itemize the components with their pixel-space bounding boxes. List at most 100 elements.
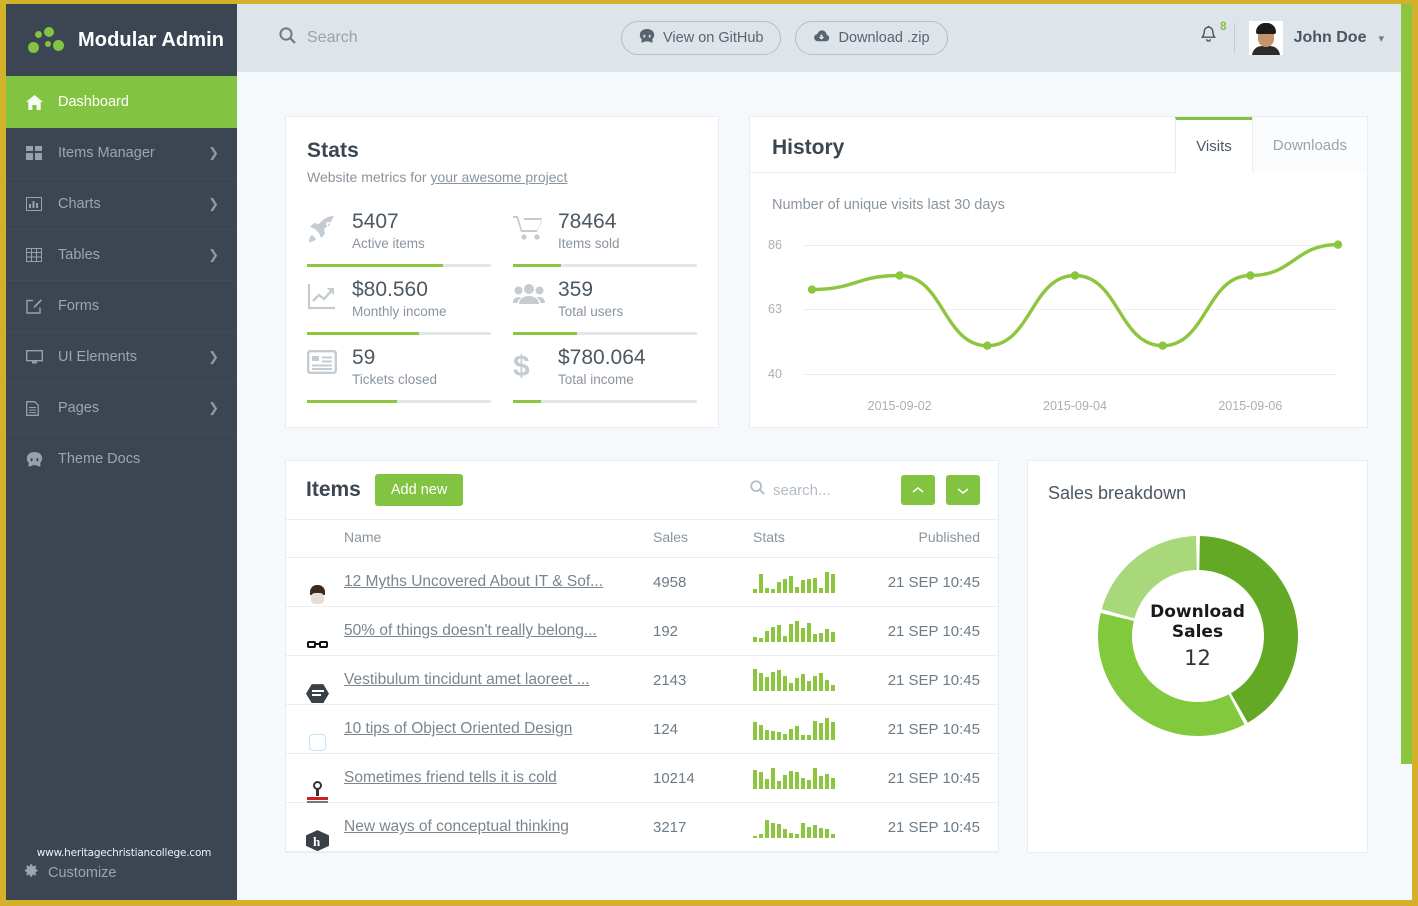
notifications-button[interactable]: 8 — [1199, 21, 1232, 51]
x-axis-tick: 2015-09-04 — [1043, 399, 1107, 413]
item-link[interactable]: 50% of things doesn't really belong... — [344, 622, 597, 639]
user-name-label: John Doe — [1293, 29, 1367, 46]
sidebar-item-forms[interactable]: Forms — [6, 281, 237, 332]
sidebar-item-charts[interactable]: Charts ❯ — [6, 179, 237, 230]
row-stats-cell — [753, 802, 873, 853]
sparkline-chart — [753, 718, 873, 741]
download-button-label: Download .zip — [838, 30, 930, 46]
sidebar-item-label: Items Manager — [58, 144, 155, 161]
item-link[interactable]: 12 Myths Uncovered About IT & Sof... — [344, 573, 603, 590]
col-stats[interactable]: Stats — [753, 519, 873, 559]
topbar-right: 8 John Doe ▾ — [1199, 4, 1384, 72]
table-row[interactable]: 50% of things doesn't really belong... 19… — [286, 606, 998, 657]
stat-label: Active items — [352, 236, 425, 252]
chevron-down-icon[interactable]: ▾ — [1378, 32, 1384, 45]
row-two: Items Add new search... Name Sales Stats… — [285, 428, 1368, 854]
avatar[interactable] — [1248, 21, 1283, 55]
table-row[interactable]: Vestibulum tincidunt amet laoreet ... 214… — [286, 655, 998, 706]
table-search-input[interactable] — [773, 481, 883, 499]
awesome-project-link[interactable]: your awesome project — [430, 169, 567, 185]
items-table-body: 12 Myths Uncovered About IT & Sof... 4958… — [286, 557, 998, 853]
items-card: Items Add new search... Name Sales Stats… — [285, 460, 999, 854]
table-row[interactable]: 10 tips of Object Oriented Design 124 21 S… — [286, 704, 998, 755]
table-row[interactable]: Sometimes friend tells it is cold 10214 21… — [286, 753, 998, 804]
modular-admin-logo-icon — [28, 25, 64, 55]
donut-value: 12 — [1184, 646, 1211, 671]
tab-downloads[interactable]: Downloads — [1251, 117, 1367, 173]
dollar-icon: $ — [513, 347, 545, 385]
y-axis-tick: 86 — [768, 237, 782, 252]
row-published-cell: 21 SEP 10:45 — [873, 606, 998, 657]
row-thumb-cell — [286, 606, 344, 657]
sparkline-chart — [753, 767, 873, 790]
sort-descending-button[interactable] — [946, 475, 980, 506]
customize-button[interactable]: Customize — [24, 863, 237, 890]
col-name[interactable]: Name — [344, 519, 653, 559]
sales-breakdown-title: Sales breakdown — [1048, 483, 1187, 504]
sidebar-item-label: Tables — [58, 246, 100, 263]
history-card: History Visits Downloads Number of uniqu… — [749, 116, 1368, 429]
sidebar-item-label: Forms — [58, 297, 100, 314]
y-axis-tick: 63 — [768, 302, 782, 317]
row-thumb-cell — [286, 655, 344, 706]
pencil-icon — [26, 298, 50, 314]
stat-progress-bar — [513, 400, 697, 404]
item-link[interactable]: Sometimes friend tells it is cold — [344, 769, 557, 786]
view-on-github-button[interactable]: View on GitHub — [621, 21, 782, 55]
sort-ascending-button[interactable] — [901, 475, 935, 506]
scrollbar-thumb[interactable] — [1401, 4, 1412, 764]
donut-chart: Download Sales 12 — [1048, 526, 1347, 746]
search-icon — [279, 27, 296, 49]
scrollbar-track[interactable] — [1401, 4, 1412, 900]
row-published-cell: 21 SEP 10:45 — [873, 753, 998, 804]
stat-value: 59 — [352, 346, 376, 370]
row-stats-cell — [753, 557, 873, 608]
github-button-label: View on GitHub — [663, 30, 764, 46]
stat-total-users: 359 Total users — [513, 267, 697, 336]
table-row[interactable]: hNew ways of conceptual thinking 3217 21 S… — [286, 802, 998, 853]
stat-label: Items sold — [558, 236, 620, 252]
row-published-cell: 21 SEP 10:45 — [873, 802, 998, 853]
item-link[interactable]: New ways of conceptual thinking — [344, 818, 569, 835]
table-row[interactable]: 12 Myths Uncovered About IT & Sof... 4958… — [286, 557, 998, 608]
cloud-download-icon — [813, 29, 830, 47]
sidebar-item-tables[interactable]: Tables ❯ — [6, 230, 237, 281]
sidebar-item-theme-docs[interactable]: Theme Docs — [6, 434, 237, 485]
chevron-right-icon: ❯ — [208, 247, 219, 262]
chevron-up-icon — [912, 486, 924, 493]
row-published-cell: 21 SEP 10:45 — [873, 557, 998, 608]
sidebar-item-label: UI Elements — [58, 348, 137, 365]
col-sales[interactable]: Sales — [653, 519, 753, 559]
donut-label: Download Sales — [1150, 602, 1245, 643]
data-point — [807, 285, 817, 294]
data-point — [1246, 271, 1255, 280]
sidebar-item-items-manager[interactable]: Items Manager ❯ — [6, 128, 237, 179]
item-link[interactable]: 10 tips of Object Oriented Design — [344, 720, 572, 737]
sidebar: Modular Admin Dashboard Items Manager ❯ — [6, 4, 237, 900]
topbar-divider — [1233, 23, 1235, 53]
brand-logo-area[interactable]: Modular Admin — [6, 4, 237, 76]
global-search[interactable] — [279, 27, 609, 49]
tab-visits[interactable]: Visits — [1175, 117, 1252, 174]
col-published[interactable]: Published — [873, 519, 998, 559]
sidebar-item-dashboard[interactable]: Dashboard — [6, 76, 237, 128]
items-header: Items Add new — [286, 461, 998, 519]
items-title: Items — [306, 478, 361, 502]
table-search[interactable] — [750, 480, 890, 500]
search-input[interactable] — [307, 29, 587, 47]
row-published-cell: 21 SEP 10:45 — [873, 704, 998, 755]
item-link[interactable]: Vestibulum tincidunt amet laoreet ... — [344, 671, 590, 688]
download-zip-button[interactable]: Download .zip — [795, 21, 948, 55]
sidebar-item-ui-elements[interactable]: UI Elements ❯ — [6, 332, 237, 383]
customize-label: Customize — [48, 864, 117, 881]
row-stats-cell — [753, 704, 873, 755]
stat-label: Total income — [558, 372, 634, 388]
stat-progress-bar — [307, 400, 491, 404]
sidebar-item-pages[interactable]: Pages ❯ — [6, 383, 237, 434]
stats-subtitle: Website metrics for your awesome project — [307, 169, 697, 185]
add-new-button[interactable]: Add new — [374, 474, 464, 507]
stat-items-sold: 78464 Items sold — [513, 199, 697, 268]
x-axis-tick: 2015-09-06 — [1218, 399, 1283, 413]
sales-breakdown-card: Sales breakdown Download Sales 12 — [1027, 460, 1368, 854]
stats-title: Stats — [307, 139, 359, 162]
